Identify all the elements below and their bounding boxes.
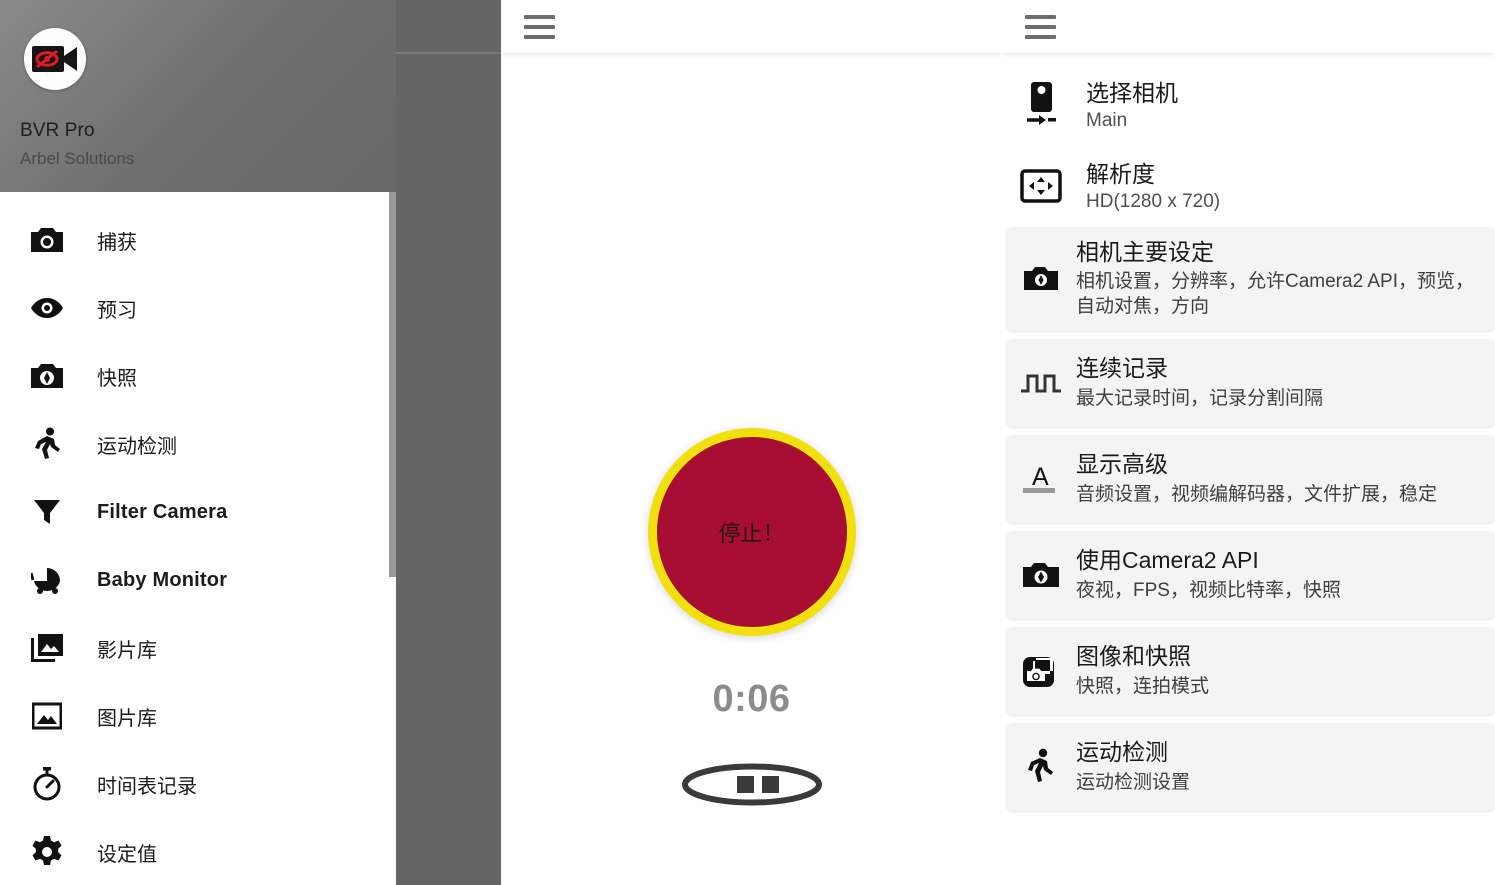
sidebar-item-capture[interactable]: 捕获	[0, 206, 396, 274]
select-camera-icon	[1004, 82, 1078, 128]
pause-button-icon[interactable]	[681, 763, 822, 806]
setting-resolution[interactable]: 解析度 HD(1280 x 720)	[1004, 146, 1495, 227]
camera-settings-icon	[1006, 266, 1076, 292]
sidebar-item-label: Filter Camera	[97, 500, 228, 523]
sidebar-item-label: 预习	[97, 299, 137, 322]
setting-card-motion-detection[interactable]: 运动检测 运动检测设置	[1006, 723, 1495, 812]
stop-button-label: 停止！	[718, 522, 785, 547]
drawer-menu-list: 捕获 预习 快照 运动检测 Filter Camera Baby Monitor…	[0, 192, 396, 885]
settings-topbar	[1002, 0, 1495, 53]
sidebar-item-label: 运动检测	[97, 435, 177, 458]
video-library-icon	[30, 631, 64, 665]
filter-icon	[30, 495, 64, 529]
setting-value: Main	[1086, 109, 1128, 131]
sidebar-item-baby-monitor[interactable]: Baby Monitor	[0, 546, 396, 614]
sidebar-item-timetable-record[interactable]: 时间表记录	[0, 750, 396, 818]
stop-recording-button[interactable]: 停止！	[647, 428, 856, 636]
pulse-wave-icon	[1006, 371, 1076, 395]
recording-controls-area: 停止！ 0:06	[501, 53, 1002, 885]
running-person-icon	[30, 427, 64, 461]
setting-title: 运动检测	[1076, 739, 1168, 766]
setting-card-camera-main[interactable]: 相机主要设定 相机设置，分辨率，允许Camera2 API，预览，自动对焦，方向	[1006, 226, 1495, 332]
setting-title: 解析度	[1086, 160, 1155, 187]
settings-list: 选择相机 Main 解析度 HD(1280 x 720) 相机主要设定 相机设置…	[1002, 53, 1495, 885]
hamburger-menu-icon[interactable]	[524, 14, 557, 40]
setting-card-continuous-recording[interactable]: 连续记录 最大记录时间，记录分割间隔	[1006, 339, 1495, 428]
setting-card-camera2-api[interactable]: 使用Camera2 API 夜视，FPS，视频比特率，快照	[1006, 531, 1495, 620]
stopwatch-icon	[30, 767, 64, 801]
stroller-icon	[30, 563, 64, 597]
sidebar-item-label: 影片库	[97, 639, 157, 662]
setting-title: 连续记录	[1076, 355, 1168, 382]
sidebar-item-label: 快照	[97, 367, 137, 390]
sidebar-item-motion-detection[interactable]: 运动检测	[0, 410, 396, 478]
setting-subtitle: 最大记录时间，记录分割间隔	[1076, 388, 1324, 409]
setting-card-show-advanced[interactable]: A 显示高级 音频设置，视频编解码器，文件扩展，稳定	[1006, 435, 1495, 524]
drawer-scrollbar[interactable]	[389, 192, 396, 577]
drawer-header: BVR Pro Arbel Solutions	[0, 0, 396, 192]
setting-card-images-snapshots[interactable]: 图像和快照 快照，连拍模式	[1006, 627, 1495, 716]
recording-timer: 0:06	[712, 678, 791, 720]
camera-icon	[30, 223, 64, 257]
burst-photos-icon	[1006, 654, 1076, 688]
setting-title: 图像和快照	[1076, 643, 1191, 670]
setting-title: 显示高级	[1076, 451, 1168, 478]
setting-subtitle: 运动检测设置	[1076, 772, 1191, 793]
scrim-topbar-divider	[396, 52, 501, 54]
setting-title: 选择相机	[1086, 80, 1178, 106]
sidebar-item-label: 捕获	[97, 231, 137, 254]
app-name: BVR Pro	[20, 120, 95, 141]
setting-subtitle: 快照，连拍模式	[1076, 676, 1210, 697]
setting-subtitle: 相机设置，分辨率，允许Camera2 API，预览，自动对焦，方向	[1076, 271, 1474, 318]
app-company: Arbel Solutions	[20, 149, 135, 168]
snapshot-icon	[30, 359, 64, 393]
sidebar-item-snapshot[interactable]: 快照	[0, 342, 396, 410]
sidebar-item-video-library[interactable]: 影片库	[0, 614, 396, 682]
setting-value: HD(1280 x 720)	[1086, 190, 1221, 212]
hidden-video-camera-icon	[24, 28, 86, 90]
svg-text:A: A	[1032, 463, 1049, 491]
app-screen: 停止！ 0:06 选择相机 Main 解析度 HD(1280 x 720) 相机…	[0, 0, 1495, 885]
setting-select-camera[interactable]: 选择相机 Main	[1004, 65, 1495, 146]
recording-panel: 停止！ 0:06	[501, 0, 1002, 885]
drawer-scrim[interactable]	[396, 0, 501, 885]
running-person-icon	[1006, 748, 1076, 786]
sidebar-item-label: 设定值	[97, 843, 157, 866]
text-format-icon: A	[1006, 462, 1076, 496]
image-library-icon	[30, 699, 64, 733]
sidebar-item-preview[interactable]: 预习	[0, 274, 396, 342]
settings-panel: 选择相机 Main 解析度 HD(1280 x 720) 相机主要设定 相机设置…	[1002, 0, 1495, 885]
sidebar-item-filter-camera[interactable]: Filter Camera	[0, 478, 396, 546]
sidebar-item-image-library[interactable]: 图片库	[0, 682, 396, 750]
sidebar-item-label: 图片库	[97, 707, 157, 730]
camera-api-icon	[1006, 562, 1076, 589]
setting-title: 相机主要设定	[1076, 238, 1214, 265]
setting-subtitle: 夜视，FPS，视频比特率，快照	[1076, 580, 1341, 601]
sidebar-item-label: Baby Monitor	[97, 568, 228, 591]
recording-topbar	[501, 0, 1002, 53]
sidebar-item-label: 时间表记录	[97, 775, 197, 798]
setting-title: 使用Camera2 API	[1076, 547, 1259, 574]
gear-icon	[30, 835, 64, 869]
navigation-drawer: BVR Pro Arbel Solutions 捕获 预习 快照 运动检测 Fi…	[0, 0, 396, 885]
hamburger-menu-icon[interactable]	[1025, 14, 1058, 40]
setting-subtitle: 音频设置，视频编解码器，文件扩展，稳定	[1076, 484, 1438, 505]
sidebar-item-settings[interactable]: 设定值	[0, 818, 396, 885]
eye-icon	[30, 291, 64, 325]
resolution-icon	[1004, 169, 1078, 203]
